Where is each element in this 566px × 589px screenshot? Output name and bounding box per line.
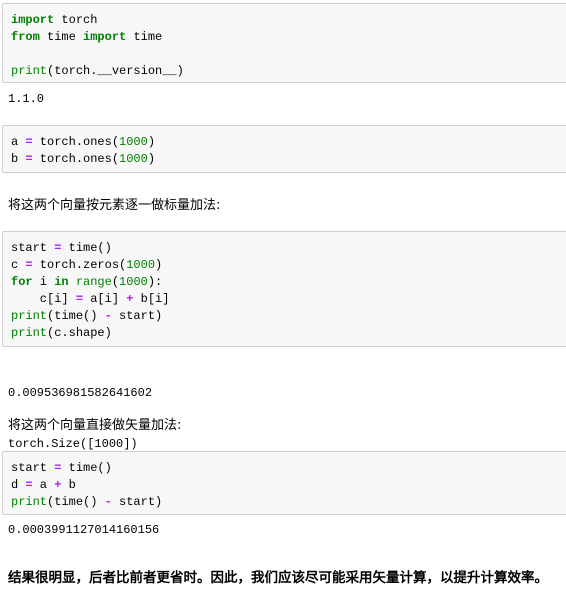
code-token: torch.zeros( [32,258,127,272]
operator-token: = [25,478,33,492]
code-token: time() [61,241,112,255]
builtin-token: range [75,275,112,289]
operator-token: - [104,309,112,323]
number-token: 1000 [119,152,148,166]
number-token: 1000 [119,135,148,149]
operator-token: = [25,258,33,272]
code-line: for i in range(1000): [11,274,566,291]
code-token: start [11,461,55,475]
code-token: c[i] [11,292,76,306]
code-token: c [11,258,26,272]
operator-token: = [25,152,33,166]
code-token: time() [61,461,112,475]
operator-token: - [104,495,112,509]
keyword-token: import [11,13,55,27]
code-token: b [61,478,76,492]
code-token: ) [155,258,163,272]
markdown-text: 将这两个向量直接做矢量加法: [8,418,182,433]
code-token: ) [147,152,156,166]
number-token: 1000 [126,258,156,272]
code-token: start [11,241,55,255]
keyword-token: from [11,30,40,44]
code-token: (time() [47,495,105,509]
code-token: b[i] [133,292,170,306]
code-line: a = torch.ones(1000) [11,134,566,151]
code-line: b = torch.ones(1000) [11,151,566,168]
builtin-token: print [11,64,48,78]
builtin-token: print [11,326,48,340]
code-token: a [11,135,26,149]
code-line: print(time() - start) [11,494,566,511]
cell-output: 1.1.0 [8,91,44,108]
code-editor[interactable]: import torch from time import time print(… [11,12,566,80]
builtin-token: print [11,309,48,323]
code-cell-2[interactable]: a = torch.ones(1000) b = torch.ones(1000) [2,125,566,173]
output-line: 0.009536981582641602 [8,386,153,400]
code-token: ( [111,275,120,289]
code-token: a [32,478,55,492]
output-line: 0.0003991127014160156 [8,523,160,537]
code-token: a[i] [83,292,127,306]
keyword-token: for [11,275,33,289]
output-line: 1.1.0 [8,92,45,106]
code-token: ) [147,135,156,149]
markdown-text: 将这两个向量按元素逐一做标量加法: [8,198,221,213]
code-token: i [32,275,55,289]
code-token: torch.ones( [32,135,120,149]
keyword-token: import [83,30,127,44]
operator-token: = [25,135,33,149]
code-line: start = time() [11,460,566,477]
code-token: ): [147,275,163,289]
code-token: start) [111,309,163,323]
code-token: b [11,152,26,166]
number-token: 1000 [119,275,148,289]
code-line: from time import time [11,29,566,46]
code-editor[interactable]: start = time() d = a + b print(time() - st… [11,460,566,511]
code-token: torch [54,13,98,27]
code-token: (torch.__version__) [47,64,184,78]
builtin-token: print [11,495,48,509]
operator-token: = [75,292,84,306]
code-token: torch.ones( [32,152,120,166]
code-token: d [11,478,26,492]
cell-output: 0.0003991127014160156 [8,522,159,539]
code-cell-4[interactable]: start = time() d = a + b print(time() - st… [2,451,566,515]
code-line: print(torch.__version__) [11,63,566,80]
code-token: time [39,30,84,44]
code-token: time [126,30,163,44]
code-cell-1[interactable]: import torch from time import time print(… [2,3,566,83]
code-editor[interactable]: start = time() c = torch.zeros(1000) for i… [11,240,566,342]
markdown-conclusion: 结果很明显，后者比前者更省时。因此，我们应该尽可能采用矢量计算，以提升计算效率。 [8,570,548,586]
code-editor[interactable]: a = torch.ones(1000) b = torch.ones(1000) [11,134,566,168]
code-token: (time() [47,309,105,323]
code-cell-3[interactable]: start = time() c = torch.zeros(1000) for i… [2,231,566,347]
code-line: import torch [11,12,566,29]
code-line: print(c.shape) [11,325,566,342]
code-line: c[i] = a[i] + b[i] [11,291,566,308]
code-line: c = torch.zeros(1000) [11,257,566,274]
code-line: d = a + b [11,477,566,494]
code-token: (c.shape) [47,326,112,340]
code-line: start = time() [11,240,566,257]
keyword-token: in [54,275,69,289]
code-line: print(time() - start) [11,308,566,325]
code-token: start) [111,495,163,509]
